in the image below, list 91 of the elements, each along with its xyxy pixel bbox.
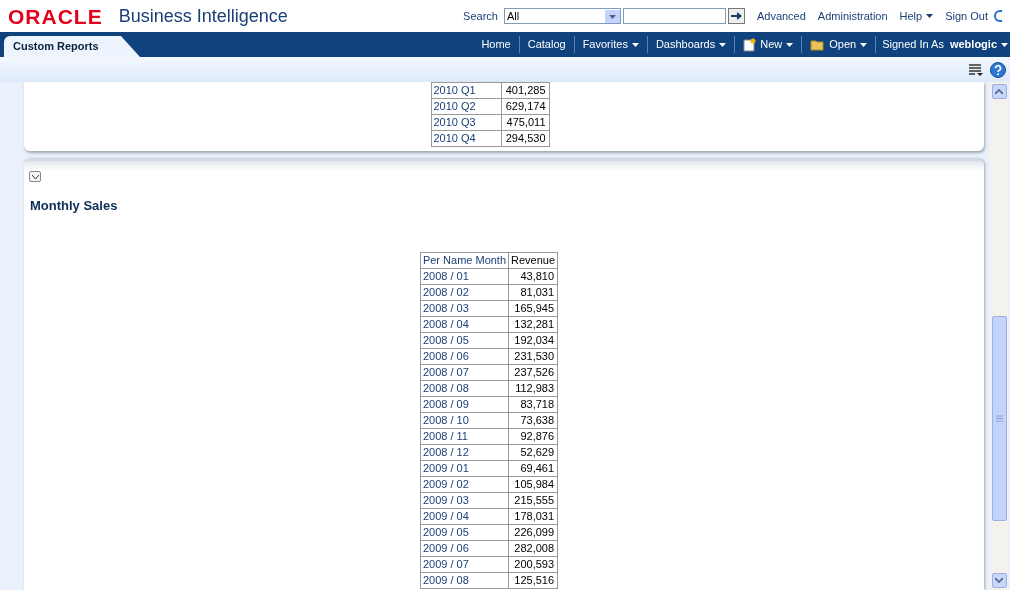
revenue-cell: 43,810 — [508, 268, 558, 284]
revenue-cell: 165,945 — [508, 300, 558, 316]
oracle-logo: ORACLE — [8, 5, 103, 27]
period-link[interactable]: 2009 / 02 — [420, 476, 509, 492]
period-link[interactable]: 2009 / 06 — [420, 540, 509, 556]
chevron-down-icon — [995, 578, 1003, 583]
period-link[interactable]: 2009 / 04 — [420, 508, 509, 524]
revenue-cell: 215,555 — [508, 492, 558, 508]
period-link[interactable]: 2008 / 09 — [420, 396, 509, 412]
revenue-cell: 629,174 — [501, 98, 549, 115]
revenue-cell: 105,984 — [508, 476, 558, 492]
revenue-cell: 112,983 — [508, 380, 558, 396]
period-link[interactable]: 2008 / 05 — [420, 332, 509, 348]
nav-link[interactable]: Favorites — [573, 36, 647, 53]
period-link[interactable]: 2008 / 01 — [420, 268, 509, 284]
period-link[interactable]: 2008 / 08 — [420, 380, 509, 396]
revenue-cell: 52,629 — [508, 444, 558, 460]
period-link[interactable]: 2008 / 11 — [420, 428, 509, 444]
revenue-cell: 294,530 — [501, 130, 549, 147]
header-link[interactable]: Help — [899, 7, 934, 25]
period-link[interactable]: 2008 / 03 — [420, 300, 509, 316]
column-header[interactable]: Per Name Month — [420, 252, 509, 268]
caret-icon — [719, 42, 727, 47]
search-go-button[interactable] — [727, 8, 745, 24]
nav-link[interactable]: Home — [473, 36, 519, 53]
page-options-icon[interactable] — [968, 62, 984, 77]
revenue-cell: 226,099 — [508, 524, 558, 540]
header-link[interactable]: Administration — [817, 7, 888, 25]
revenue-cell: 125,516 — [508, 572, 558, 588]
header-link[interactable]: Sign Out — [945, 7, 988, 25]
period-link[interactable]: 2008 / 10 — [420, 412, 509, 428]
period-link[interactable]: 2009 / 01 — [420, 460, 509, 476]
folder-icon — [810, 38, 826, 51]
search-scope-dropdown[interactable]: All — [503, 8, 621, 24]
section-title: Monthly Sales — [30, 197, 119, 215]
nav-link[interactable]: New — [734, 36, 802, 53]
caret-icon — [1001, 42, 1008, 47]
search-field[interactable] — [622, 8, 726, 24]
period-link[interactable]: 2008 / 02 — [420, 284, 509, 300]
period-link[interactable]: 2010 Q1 — [431, 82, 501, 99]
period-link[interactable]: 2008 / 04 — [420, 316, 509, 332]
revenue-cell: 92,876 — [508, 428, 558, 444]
period-link[interactable]: 2009 / 08 — [420, 572, 509, 588]
scrollbar[interactable] — [990, 82, 1008, 590]
revenue-cell: 178,031 — [508, 508, 558, 524]
nav-link[interactable]: Catalog — [518, 36, 574, 53]
user-menu[interactable]: weblogic — [949, 36, 1010, 53]
grip-icon — [995, 415, 1003, 422]
period-link[interactable]: 2010 Q2 — [431, 98, 501, 115]
spinner-icon — [994, 10, 1002, 22]
caret-icon — [631, 42, 639, 47]
revenue-cell: 282,008 — [508, 540, 558, 556]
caret-icon — [926, 14, 934, 18]
revenue-cell: 73,638 — [508, 412, 558, 428]
signed-in-label: Signed In As — [875, 36, 950, 53]
period-link[interactable]: 2010 Q3 — [431, 114, 501, 131]
revenue-cell: 237,526 — [508, 364, 558, 380]
custom-reports-tab[interactable]: Custom Reports — [4, 36, 140, 57]
period-link[interactable]: 2009 / 05 — [420, 524, 509, 540]
period-link[interactable]: 2008 / 12 — [420, 444, 509, 460]
caret-icon — [786, 42, 794, 47]
chevron-up-icon — [995, 89, 1003, 94]
arrow-right-icon — [730, 11, 742, 21]
period-link[interactable]: 2008 / 07 — [420, 364, 509, 380]
chevron-down-icon — [31, 174, 39, 179]
revenue-cell: 231,530 — [508, 348, 558, 364]
revenue-cell: 475,011 — [501, 114, 549, 131]
period-link[interactable]: 2009 / 07 — [420, 556, 509, 572]
revenue-cell: 200,593 — [508, 556, 558, 572]
collapse-button[interactable] — [29, 171, 41, 182]
header-link[interactable]: Advanced — [756, 7, 806, 25]
revenue-cell: 132,281 — [508, 316, 558, 332]
search-label: Search — [463, 8, 498, 24]
scroll-up-button[interactable] — [991, 84, 1007, 99]
scroll-thumb[interactable] — [991, 316, 1007, 521]
revenue-cell: 192,034 — [508, 332, 558, 348]
product-title: Business Intelligence — [118, 4, 288, 28]
revenue-cell: 81,031 — [508, 284, 558, 300]
revenue-cell: 401,285 — [501, 82, 549, 99]
period-link[interactable]: 2009 / 03 — [420, 492, 509, 508]
revenue-cell: 69,461 — [508, 460, 558, 476]
caret-icon — [860, 42, 868, 47]
new-document-icon — [743, 37, 757, 52]
nav-link[interactable]: Dashboards — [646, 36, 735, 53]
revenue-cell: 83,718 — [508, 396, 558, 412]
nav-link[interactable]: Open — [801, 36, 876, 53]
help-icon[interactable] — [990, 61, 1006, 78]
period-link[interactable]: 2008 / 06 — [420, 348, 509, 364]
scroll-down-button[interactable] — [991, 573, 1007, 588]
column-header: Revenue — [508, 252, 558, 268]
period-link[interactable]: 2010 Q4 — [431, 130, 501, 147]
